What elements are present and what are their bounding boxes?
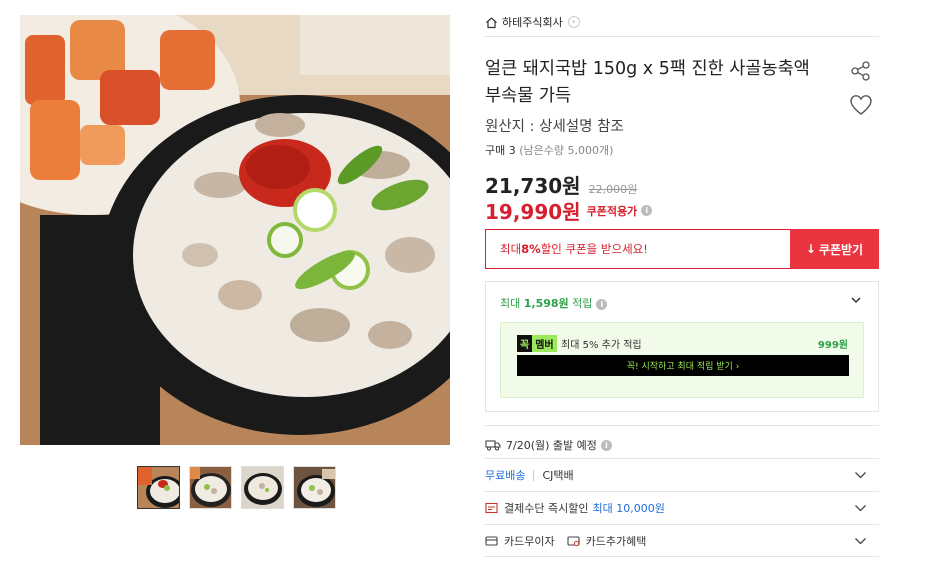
reward-suffix: 적립 xyxy=(568,297,593,310)
coupon-bar: 최대 8% 할인 쿠폰을 받으세요! ↓ 쿠폰받기 xyxy=(485,229,879,269)
membership-box: 꼭 멤버 최대 5% 추가 적립 999원 꼭! 시작하고 최대 적립 받기 › xyxy=(500,322,864,398)
purchase-count: 구매 3 xyxy=(485,144,516,157)
coupon-message-suffix: 할인 쿠폰을 받으세요! xyxy=(540,242,648,256)
remaining-stock: (남은수량 5,000개) xyxy=(519,144,614,157)
coupon-message-percent: 8% xyxy=(521,242,541,256)
coupon-price-label: 쿠폰적용가 xyxy=(586,204,638,218)
thumbnail-3[interactable] xyxy=(241,466,284,509)
payment-discount-amount: 최대 10,000원 xyxy=(592,502,665,515)
membership-tag-1: 꼭 xyxy=(517,335,533,352)
reward-prefix: 최대 xyxy=(500,297,524,310)
chevron-down-icon[interactable] xyxy=(854,503,867,513)
coupon-price: 19,990원 xyxy=(485,200,581,224)
main-product-image[interactable] xyxy=(20,15,450,445)
info-icon[interactable]: i xyxy=(596,299,608,310)
home-icon xyxy=(486,16,497,28)
delivery-row[interactable]: 무료배송 CJ택배 xyxy=(485,458,879,491)
card-icon xyxy=(485,535,498,546)
product-title: 얼큰 돼지국밥 150g x 5팩 진한 사골농축액 부속물 가득 xyxy=(485,59,810,106)
thumbnail-2[interactable] xyxy=(189,466,232,509)
coupon-download-button[interactable]: ↓ 쿠폰받기 xyxy=(790,229,879,269)
coupon-price-row: 19,990원 쿠폰적용가 i xyxy=(485,196,653,225)
seller-name: 하테주식회사 xyxy=(502,16,563,29)
chevron-right-icon: › xyxy=(567,16,580,28)
shipping-row: 7/20(월) 출발 예정 i xyxy=(485,425,879,454)
info-icon[interactable]: i xyxy=(600,439,612,451)
chevron-down-icon[interactable] xyxy=(850,294,862,306)
coupon-message: 최대 8% 할인 쿠폰을 받으세요! xyxy=(485,229,790,269)
reward-amount: 1,598원 xyxy=(523,297,569,310)
membership-tag: 꼭 멤버 xyxy=(517,335,557,352)
origin-info: 원산지 : 상세설명 참조 xyxy=(485,119,624,135)
payment-icon xyxy=(485,502,498,514)
current-price: 21,730원 xyxy=(485,174,581,198)
free-delivery-label: 무료배송 xyxy=(485,469,526,482)
card-benefits-row[interactable]: 카드무이자 카드추가혜택 xyxy=(485,524,879,557)
membership-points: 999원 xyxy=(817,340,848,351)
seller-link[interactable]: 하테주식회사 › xyxy=(485,8,879,37)
truck-icon xyxy=(485,440,501,451)
product-info-panel: 하테주식회사 › 얼큰 돼지국밥 150g x 5팩 진한 사골농축액 부속물 … xyxy=(485,8,879,557)
departure-text: 7/20(월) 출발 예정 xyxy=(506,439,597,452)
coupon-message-prefix: 최대 xyxy=(500,242,522,256)
card-benefit-label[interactable]: 카드추가혜택 xyxy=(586,533,647,549)
payment-discount-label: 결제수단 즉시할인 xyxy=(504,502,589,515)
info-icon[interactable]: i xyxy=(641,205,653,216)
membership-start-button[interactable]: 꼭! 시작하고 최대 적립 받기 › xyxy=(517,355,849,376)
membership-text: 최대 5% 추가 적립 xyxy=(561,340,642,351)
share-icon[interactable] xyxy=(850,60,872,82)
chevron-down-icon[interactable] xyxy=(854,536,867,546)
heart-icon[interactable] xyxy=(849,94,873,116)
card-icon xyxy=(567,535,580,546)
download-icon: ↓ xyxy=(805,242,816,256)
divider xyxy=(533,469,535,481)
thumbnail-4[interactable] xyxy=(293,466,336,509)
payment-discount-row[interactable]: 결제수단 즉시할인 최대 10,000원 xyxy=(485,491,879,524)
price-row: 21,730원 22,000원 xyxy=(485,170,637,199)
original-price: 22,000원 xyxy=(588,183,638,196)
reward-header[interactable]: 최대 1,598원 적립 i xyxy=(500,295,608,311)
coupon-download-label: 쿠폰받기 xyxy=(818,242,864,257)
purchase-info: 구매 3 (남은수량 5,000개) xyxy=(485,142,613,158)
chevron-down-icon[interactable] xyxy=(854,470,867,480)
thumbnail-1[interactable] xyxy=(137,466,180,509)
card-installment-label[interactable]: 카드무이자 xyxy=(504,533,555,549)
carrier-name: CJ택배 xyxy=(542,469,574,482)
thumbnail-strip xyxy=(137,466,336,509)
membership-tag-2: 멤버 xyxy=(532,335,557,352)
reward-box: 최대 1,598원 적립 i 꼭 멤버 최대 5% 추가 적립 999원 꼭! 시작… xyxy=(485,281,879,412)
